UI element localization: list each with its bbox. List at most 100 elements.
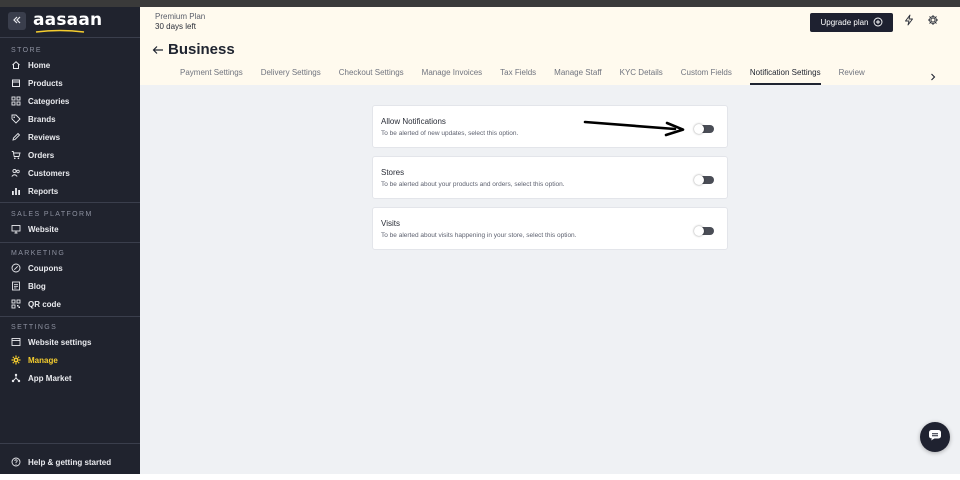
chevron-right-icon [928,69,938,86]
notification-card-visits: Visits To be alerted about visits happen… [372,207,728,250]
sidebar-item-label: Coupons [28,263,63,273]
chat-bubble-icon [928,428,942,446]
tab-manage-invoices[interactable]: Manage Invoices [422,68,482,85]
window-bottom-border [0,474,960,480]
chat-support-button[interactable] [920,422,950,452]
cart-icon [11,150,21,160]
notification-settings-panel: Allow Notifications To be alerted of new… [140,85,960,474]
sidebar-item-categories[interactable]: Categories [0,92,140,110]
tab-custom-fields[interactable]: Custom Fields [681,68,732,85]
page-header: Premium Plan 30 days left Upgrade plan B… [140,7,960,85]
visits-toggle[interactable] [694,226,714,236]
sidebar-item-manage[interactable]: Manage [0,351,140,369]
settings-tabs: Payment Settings Delivery Settings Check… [180,68,883,85]
sidebar-divider [0,443,140,444]
toggle-knob [694,124,704,134]
tabs-scroll-right-button[interactable] [928,69,938,81]
tab-checkout-settings[interactable]: Checkout Settings [339,68,404,85]
sidebar-item-reviews[interactable]: Reviews [0,128,140,146]
logo-swoosh [35,29,85,33]
sidebar-divider [0,242,140,243]
sidebar-item-label: App Market [28,373,72,383]
plus-circle-icon [873,17,883,29]
sidebar-item-app-market[interactable]: App Market [0,369,140,387]
qr-code-icon [11,299,21,309]
sidebar-item-home[interactable]: Home [0,56,140,74]
lightning-button[interactable] [902,13,916,31]
sidebar-item-customers[interactable]: Customers [0,164,140,182]
annotation-arrow-icon [583,120,685,137]
upgrade-plan-button[interactable]: Upgrade plan [810,13,893,32]
bar-chart-icon [11,186,21,196]
sidebar-item-blog[interactable]: Blog [0,277,140,295]
plan-days-left: 30 days left [155,22,196,31]
allow-notifications-toggle[interactable] [694,124,714,134]
sidebar-item-qr-code[interactable]: QR code [0,295,140,313]
tab-kyc-details[interactable]: KYC Details [620,68,663,85]
users-icon [11,168,21,178]
tab-payment-settings[interactable]: Payment Settings [180,68,243,85]
sidebar-item-label: Orders [28,150,55,160]
tab-review[interactable]: Review [839,68,865,85]
help-label: Help & getting started [28,457,112,467]
sidebar-item-label: QR code [28,299,61,309]
toggle-knob [694,175,704,185]
logo[interactable]: aasaan [33,10,102,33]
lightning-icon [903,13,915,31]
section-title-settings: SETTINGS [11,324,58,331]
sidebar-item-label: Website [28,224,59,234]
page-title: Business [168,41,235,58]
section-title-store: STORE [11,47,42,54]
sidebar-divider [0,316,140,317]
sidebar: aasaan STORE Home Products Categories Br… [0,7,140,474]
help-and-getting-started[interactable]: Help & getting started [0,453,140,471]
sidebar-item-coupons[interactable]: Coupons [0,259,140,277]
tag-icon [11,114,21,124]
window-settings-icon [11,337,21,347]
sidebar-item-brands[interactable]: Brands [0,110,140,128]
notification-title: Visits [381,219,400,228]
notification-title: Allow Notifications [381,117,446,126]
notification-card-stores: Stores To be alerted about your products… [372,156,728,199]
box-icon [11,78,21,88]
sidebar-item-label: Categories [28,96,70,106]
arrow-left-icon [152,43,164,60]
tab-manage-staff[interactable]: Manage Staff [554,68,601,85]
plan-name: Premium Plan [155,12,206,21]
document-icon [11,281,21,291]
sidebar-item-label: Reviews [28,132,61,142]
back-button[interactable] [152,43,164,55]
sidebar-item-website-settings[interactable]: Website settings [0,333,140,351]
tab-notification-settings[interactable]: Notification Settings [749,68,821,85]
toggle-knob [694,226,704,236]
sidebar-item-reports[interactable]: Reports [0,182,140,200]
settings-button[interactable] [926,15,940,29]
notification-description: To be alerted about your products and or… [381,181,565,188]
upgrade-plan-label: Upgrade plan [820,18,869,27]
share-nodes-icon [11,373,21,383]
gear-icon [927,13,939,31]
grid-icon [11,96,21,106]
sidebar-item-label: Customers [28,168,70,178]
sidebar-item-orders[interactable]: Orders [0,146,140,164]
sidebar-item-label: Manage [28,355,58,365]
section-title-sales-platform: SALES PLATFORM [11,211,93,218]
collapse-sidebar-button[interactable] [8,12,26,30]
sidebar-item-products[interactable]: Products [0,74,140,92]
sidebar-item-label: Home [28,60,51,70]
sidebar-item-website[interactable]: Website [0,220,140,238]
sidebar-item-label: Products [28,78,63,88]
help-circle-icon [11,457,21,467]
notification-description: To be alerted of new updates, select thi… [381,130,519,137]
sidebar-item-label: Blog [28,281,46,291]
gear-icon [11,355,21,365]
window-top-border [0,0,960,7]
monitor-icon [11,224,21,234]
sidebar-header: aasaan [0,7,140,37]
sidebar-item-label: Website settings [28,337,92,347]
sidebar-divider [0,202,140,203]
notification-title: Stores [381,168,405,177]
tab-delivery-settings[interactable]: Delivery Settings [261,68,321,85]
stores-toggle[interactable] [694,175,714,185]
tab-tax-fields[interactable]: Tax Fields [500,68,536,85]
